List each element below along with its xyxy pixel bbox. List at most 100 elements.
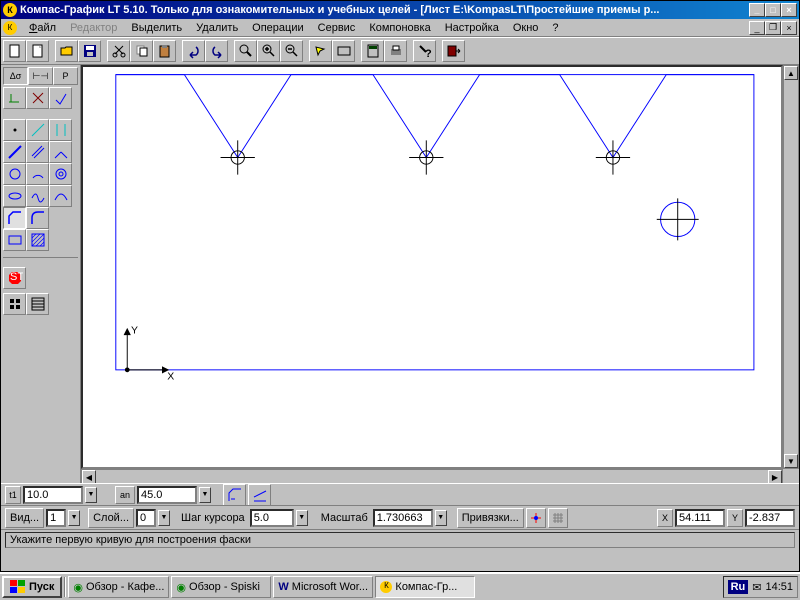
t1-dropdown[interactable]: ▼ xyxy=(85,487,97,503)
tool-ellipse[interactable] xyxy=(3,185,26,207)
menu-service[interactable]: Сервис xyxy=(312,21,362,35)
task-obzor-spiski[interactable]: ◉Обзор - Spiski xyxy=(171,576,271,598)
grid-toggle-button[interactable] xyxy=(548,508,568,528)
scale-dropdown[interactable]: ▼ xyxy=(435,510,447,526)
scroll-left-button[interactable]: ◀ xyxy=(82,470,96,484)
menu-delete[interactable]: Удалить xyxy=(190,21,244,35)
zoom-out-button[interactable] xyxy=(280,40,303,62)
tab-rough[interactable]: Р xyxy=(53,67,78,85)
snaps-button[interactable]: Привязки... xyxy=(457,508,524,528)
layer-dropdown[interactable]: ▼ xyxy=(158,510,170,526)
menu-settings[interactable]: Настройка xyxy=(439,21,505,35)
tool-hatch[interactable] xyxy=(26,229,49,251)
fit-button[interactable] xyxy=(332,40,355,62)
vertical-scrollbar[interactable]: ▲ ▼ xyxy=(783,65,799,469)
an-dropdown[interactable]: ▼ xyxy=(199,487,211,503)
maximize-button[interactable]: □ xyxy=(765,3,781,17)
menu-operations[interactable]: Операции xyxy=(246,21,309,35)
exit-button[interactable] xyxy=(442,40,465,62)
zoom-button[interactable] xyxy=(234,40,257,62)
tool-snap-cross[interactable] xyxy=(26,87,49,109)
tool-segment[interactable] xyxy=(3,141,26,163)
scale-input[interactable]: 1.730663 xyxy=(373,509,433,527)
stop-button[interactable]: STOP xyxy=(3,267,26,289)
chamfer-mode2-button[interactable] xyxy=(248,484,271,506)
scroll-right-button[interactable]: ▶ xyxy=(768,470,782,484)
work-area: Δσ ⊢⊣ Р xyxy=(1,65,799,485)
tool-spline[interactable] xyxy=(26,185,49,207)
mdi-icon[interactable]: К xyxy=(3,21,17,35)
cursor-step-input[interactable]: 5.0 xyxy=(250,509,294,527)
axis-y-label: Y xyxy=(131,326,138,337)
clock[interactable]: 14:51 xyxy=(765,581,793,593)
layer-value[interactable]: 0 xyxy=(136,509,156,527)
mdi-restore-button[interactable]: ❐ xyxy=(765,21,781,35)
tool-input-coord[interactable] xyxy=(3,87,26,109)
layer-button[interactable]: Слой... xyxy=(88,508,134,528)
context-help-button[interactable]: ? xyxy=(413,40,436,62)
tool-parallel[interactable] xyxy=(26,141,49,163)
tool-arc[interactable] xyxy=(26,163,49,185)
view-dropdown[interactable]: ▼ xyxy=(68,510,80,526)
menu-file[interactable]: Файл xyxy=(23,21,62,35)
scroll-up-button[interactable]: ▲ xyxy=(784,66,798,80)
tool-chamfer[interactable] xyxy=(3,207,26,229)
drawing-canvas[interactable]: Y X xyxy=(81,65,783,469)
copy-button[interactable] xyxy=(130,40,153,62)
tray-icon[interactable]: ✉ xyxy=(752,581,761,594)
start-button[interactable]: Пуск xyxy=(2,576,62,598)
tab-dimensions[interactable]: ⊢⊣ xyxy=(28,67,53,85)
menu-window[interactable]: Окно xyxy=(507,21,545,35)
tool-rectangle[interactable] xyxy=(3,229,26,251)
task-kompas[interactable]: ККомпас-Гр... xyxy=(375,576,475,598)
refresh-button[interactable] xyxy=(309,40,332,62)
system-tray[interactable]: Ru ✉ 14:51 xyxy=(723,576,798,598)
new-doc-button[interactable] xyxy=(26,40,49,62)
tool-perpendicular[interactable] xyxy=(49,141,72,163)
calc-button[interactable] xyxy=(361,40,384,62)
cut-button[interactable] xyxy=(107,40,130,62)
view-button[interactable]: Вид... xyxy=(5,508,44,528)
task-word[interactable]: WMicrosoft Wor... xyxy=(273,576,373,598)
tab-geometry[interactable]: Δσ xyxy=(3,67,28,85)
zoom-in-button[interactable] xyxy=(257,40,280,62)
tool-vertical-line[interactable] xyxy=(49,119,72,141)
scale-label: Масштаб xyxy=(318,512,371,524)
tool-aux-line[interactable] xyxy=(26,119,49,141)
t1-input[interactable]: 10.0 xyxy=(23,486,83,504)
minimize-button[interactable]: _ xyxy=(749,3,765,17)
chamfer-mode1-button[interactable] xyxy=(223,484,246,506)
params-lock-button[interactable] xyxy=(26,293,49,315)
tool-bezier[interactable] xyxy=(49,185,72,207)
title-bar[interactable]: К Компас-График LT 5.10. Только для озна… xyxy=(1,1,799,19)
tool-point[interactable] xyxy=(3,119,26,141)
an-label[interactable]: an xyxy=(115,486,135,504)
open-button[interactable] xyxy=(55,40,78,62)
parameter-bar: t1 10.0 ▼ an 45.0 ▼ xyxy=(1,483,799,505)
paste-button[interactable] xyxy=(153,40,176,62)
redo-button[interactable] xyxy=(205,40,228,62)
cursor-step-dropdown[interactable]: ▼ xyxy=(296,510,308,526)
save-button[interactable] xyxy=(78,40,101,62)
auto-create-button[interactable] xyxy=(3,293,26,315)
scroll-down-button[interactable]: ▼ xyxy=(784,454,798,468)
an-input[interactable]: 45.0 xyxy=(137,486,197,504)
close-button[interactable]: × xyxy=(781,3,797,17)
tool-ring[interactable] xyxy=(49,163,72,185)
menu-select[interactable]: Выделить xyxy=(125,21,188,35)
menu-layout[interactable]: Компоновка xyxy=(363,21,436,35)
snap-toggle-button[interactable] xyxy=(526,508,546,528)
mdi-close-button[interactable]: × xyxy=(781,21,797,35)
task-obzor-kafe[interactable]: ◉Обзор - Кафе... xyxy=(68,576,169,598)
mdi-minimize-button[interactable]: _ xyxy=(749,21,765,35)
print-button[interactable] xyxy=(384,40,407,62)
undo-button[interactable] xyxy=(182,40,205,62)
view-value[interactable]: 1 xyxy=(46,509,66,527)
tool-fillet[interactable] xyxy=(26,207,49,229)
menu-help[interactable]: ? xyxy=(546,21,564,35)
lang-indicator[interactable]: Ru xyxy=(728,580,749,594)
tool-circle[interactable] xyxy=(3,163,26,185)
t1-label[interactable]: t1 xyxy=(5,486,21,504)
new-button[interactable] xyxy=(3,40,26,62)
tool-settings[interactable] xyxy=(49,87,72,109)
